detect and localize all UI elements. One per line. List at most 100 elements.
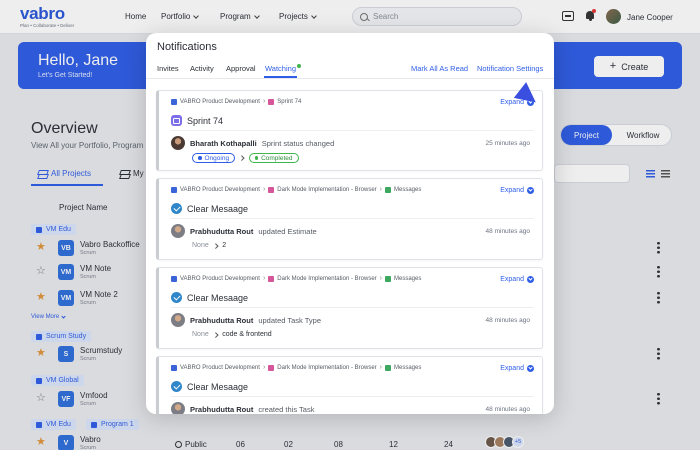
epic-icon xyxy=(268,186,275,193)
actor-action: updated Task Type xyxy=(258,315,322,325)
breadcrumb-item[interactable]: Messages xyxy=(394,187,421,193)
chevron-right-icon xyxy=(239,155,245,161)
notification-title[interactable]: Clear Mesaage xyxy=(171,381,248,392)
timestamp: 48 minutes ago xyxy=(485,317,530,324)
value-from: None xyxy=(192,242,209,249)
project-icon xyxy=(171,98,177,105)
breadcrumb-item[interactable]: Sprint 74 xyxy=(277,99,301,105)
task-type-icon xyxy=(171,203,182,214)
status-badge-ongoing: Ongoing xyxy=(192,153,236,163)
breadcrumb-item[interactable]: Dark Mode Implementation - Browser xyxy=(277,365,376,371)
status-dot xyxy=(198,156,202,160)
notification-card[interactable]: VABRO Product Development › Dark Mode Im… xyxy=(156,356,543,414)
expand-button[interactable]: Expand xyxy=(500,187,534,194)
notification-title-text: Clear Mesaage xyxy=(187,203,249,214)
actor-action: updated Estimate xyxy=(258,226,317,236)
chevron-circle-down-icon xyxy=(527,276,534,283)
value-change: None 2 xyxy=(192,242,226,249)
epic-icon xyxy=(268,275,275,282)
avatar xyxy=(171,402,185,414)
avatar xyxy=(171,136,185,150)
actor-name: Prabhudutta Rout xyxy=(190,226,254,236)
breadcrumb-item[interactable]: VABRO Product Development xyxy=(180,187,260,193)
chevron-right-icon: › xyxy=(262,186,266,193)
breadcrumb-item[interactable]: Messages xyxy=(394,276,421,282)
story-icon xyxy=(385,364,391,371)
expand-label: Expand xyxy=(500,187,524,194)
tab-watching-label: Watching xyxy=(265,64,296,73)
chevron-right-icon xyxy=(213,243,218,248)
notification-card[interactable]: VABRO Product Development › Sprint 74 Ex… xyxy=(156,90,543,171)
avatar xyxy=(171,313,185,327)
actor-action: Sprint status changed xyxy=(261,138,335,148)
divider xyxy=(171,218,534,219)
status-change: Ongoing Completed xyxy=(192,153,299,163)
tab-approval[interactable]: Approval xyxy=(226,64,256,73)
divider xyxy=(146,78,554,79)
breadcrumb: VABRO Product Development › Dark Mode Im… xyxy=(171,186,421,193)
actor-action: created this Task xyxy=(258,404,315,414)
tab-activity[interactable]: Activity xyxy=(190,64,214,73)
notifications-panel: Notifications Invites Activity Approval … xyxy=(146,33,554,414)
value-to: 2 xyxy=(222,242,227,249)
sprint-icon xyxy=(268,98,275,105)
chevron-right-icon: › xyxy=(262,275,266,282)
divider xyxy=(171,130,534,131)
status-to: Completed xyxy=(261,154,293,162)
epic-icon xyxy=(268,364,275,371)
breadcrumb-item[interactable]: VABRO Product Development xyxy=(180,276,260,282)
breadcrumb-item[interactable]: Dark Mode Implementation - Browser xyxy=(277,276,376,282)
breadcrumb-item[interactable]: VABRO Product Development xyxy=(180,365,260,371)
expand-label: Expand xyxy=(500,276,524,283)
notification-settings-link[interactable]: Notification Settings xyxy=(477,64,543,73)
breadcrumb: VABRO Product Development › Sprint 74 xyxy=(171,98,301,105)
tab-watching[interactable]: Watching xyxy=(265,64,301,73)
value-from: None xyxy=(192,331,209,338)
chevron-right-icon: › xyxy=(262,98,266,105)
chevron-circle-down-icon xyxy=(527,365,534,372)
notification-actor: Prabhudutta Rout created this Task xyxy=(171,402,314,414)
expand-button[interactable]: Expand xyxy=(500,276,534,283)
expand-label: Expand xyxy=(500,365,524,372)
actor-name: Prabhudutta Rout xyxy=(190,315,254,325)
status-from: Ongoing xyxy=(204,154,230,162)
project-icon xyxy=(171,275,177,282)
notification-title-text: Clear Mesaage xyxy=(187,381,249,392)
expand-button[interactable]: Expand xyxy=(500,365,534,372)
project-icon xyxy=(171,186,177,193)
timestamp: 48 minutes ago xyxy=(485,228,530,235)
chevron-right-icon: › xyxy=(379,186,382,193)
chevron-right-icon: › xyxy=(379,275,382,282)
watching-indicator-dot xyxy=(297,64,301,68)
value-to: code & frontend xyxy=(222,331,272,338)
actor-name: Prabhudutta Rout xyxy=(190,404,254,414)
sprint-type-icon xyxy=(171,115,182,126)
chevron-right-icon: › xyxy=(379,364,382,371)
divider xyxy=(171,307,534,308)
project-icon xyxy=(171,364,177,371)
notification-title[interactable]: Clear Mesaage xyxy=(171,292,248,303)
chevron-right-icon: › xyxy=(262,364,266,371)
notification-actor: Bharath Kothapalli Sprint status changed xyxy=(171,136,334,150)
breadcrumb-item[interactable]: VABRO Product Development xyxy=(180,99,260,105)
notification-title-text: Clear Mesaage xyxy=(187,292,249,303)
actor-name: Bharath Kothapalli xyxy=(190,138,257,148)
notification-card[interactable]: VABRO Product Development › Dark Mode Im… xyxy=(156,267,543,349)
value-change: None code & frontend xyxy=(192,331,272,338)
status-badge-completed: Completed xyxy=(248,153,299,163)
timestamp: 25 minutes ago xyxy=(485,140,530,147)
notification-card[interactable]: VABRO Product Development › Dark Mode Im… xyxy=(156,178,543,260)
panel-title: Notifications xyxy=(157,41,217,53)
chevron-circle-down-icon xyxy=(527,187,534,194)
mark-all-read-link[interactable]: Mark All As Read xyxy=(411,64,468,73)
avatar xyxy=(171,224,185,238)
notification-title[interactable]: Sprint 74 xyxy=(171,115,223,126)
breadcrumb-item[interactable]: Messages xyxy=(394,365,421,371)
notification-title[interactable]: Clear Mesaage xyxy=(171,203,248,214)
notification-actor: Prabhudutta Rout updated Task Type xyxy=(171,313,321,327)
breadcrumb-item[interactable]: Dark Mode Implementation - Browser xyxy=(277,187,376,193)
status-dot xyxy=(254,156,259,160)
task-type-icon xyxy=(171,381,182,392)
tab-invites[interactable]: Invites xyxy=(157,64,179,73)
notification-title-text: Sprint 74 xyxy=(187,115,224,126)
